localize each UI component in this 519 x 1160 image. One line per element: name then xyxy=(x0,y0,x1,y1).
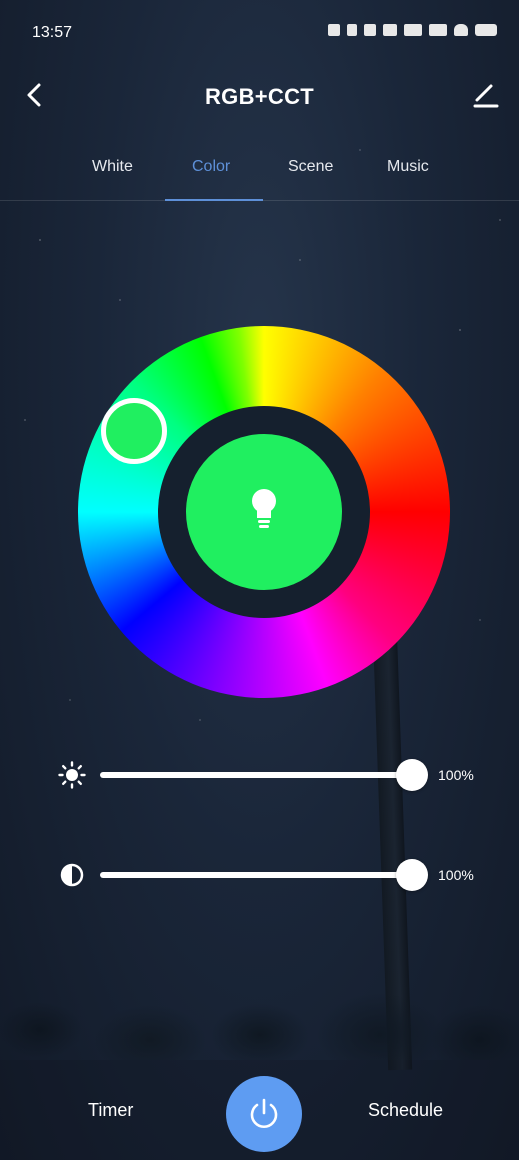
header: RGB+CCT xyxy=(0,64,519,130)
brightness-value: 100% xyxy=(438,767,474,783)
hd-icon xyxy=(383,24,397,36)
power-button[interactable] xyxy=(226,1076,302,1152)
brightness-slider-thumb[interactable] xyxy=(396,759,428,791)
pencil-icon xyxy=(473,84,499,108)
tab-music[interactable]: Music xyxy=(387,158,429,176)
bulb-icon xyxy=(252,489,276,528)
saturation-slider-row: 100% xyxy=(0,855,519,895)
status-icons xyxy=(328,24,497,36)
5g-signal-icon xyxy=(404,24,422,36)
color-wheel-container xyxy=(78,326,450,698)
tab-color[interactable]: Color xyxy=(192,158,230,176)
tab-white[interactable]: White xyxy=(92,158,133,176)
active-tab-indicator xyxy=(165,199,263,201)
brightness-slider-row: 100% xyxy=(0,755,519,795)
schedule-button[interactable]: Schedule xyxy=(368,1100,443,1121)
mute-icon xyxy=(328,24,340,36)
saturation-slider-thumb[interactable] xyxy=(396,859,428,891)
power-icon xyxy=(250,1098,278,1128)
5g-signal-icon xyxy=(429,24,447,36)
data-speed-icon xyxy=(364,24,376,36)
tab-bar: White Color Scene Music xyxy=(0,148,519,201)
saturation-value: 100% xyxy=(438,867,474,883)
battery-icon xyxy=(475,24,497,36)
color-picker-handle[interactable] xyxy=(101,398,167,464)
edit-button[interactable] xyxy=(469,78,501,110)
saturation-slider-track[interactable] xyxy=(100,859,428,891)
brightness-slider-track[interactable] xyxy=(100,759,428,791)
status-time: 13:57 xyxy=(32,24,73,41)
wifi-icon xyxy=(454,24,468,36)
notification-icon xyxy=(347,24,357,36)
page-title: RGB+CCT xyxy=(204,84,315,109)
status-bar: 13:57 xyxy=(0,0,519,64)
timer-button[interactable]: Timer xyxy=(88,1100,133,1121)
bottom-bar: Timer Schedule xyxy=(0,1060,519,1160)
contrast-icon xyxy=(60,863,84,887)
brightness-icon xyxy=(58,761,86,789)
tab-scene[interactable]: Scene xyxy=(288,158,333,176)
